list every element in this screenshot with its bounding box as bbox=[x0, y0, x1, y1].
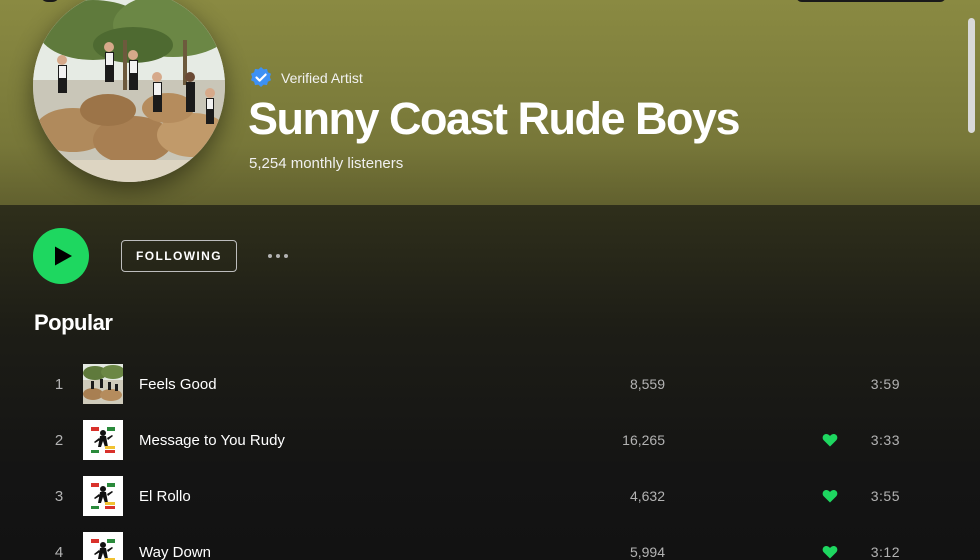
track-title[interactable]: Way Down bbox=[139, 524, 211, 560]
track-title[interactable]: El Rollo bbox=[139, 468, 191, 524]
play-button[interactable] bbox=[33, 228, 89, 284]
track-play-count: 8,559 bbox=[629, 376, 665, 392]
verified-artist: Verified Artist bbox=[249, 66, 363, 90]
track-duration: 3:33 bbox=[870, 432, 900, 448]
verified-badge-icon bbox=[251, 67, 271, 87]
track-number: 2 bbox=[54, 431, 64, 449]
track-row[interactable]: 3 El Rollo 4,632 3:55 bbox=[34, 468, 934, 524]
heart-filled-icon[interactable] bbox=[822, 544, 838, 560]
popular-heading: Popular bbox=[34, 310, 113, 335]
track-cover-art bbox=[83, 532, 123, 560]
track-cover-art bbox=[83, 420, 123, 460]
track-duration: 3:12 bbox=[870, 544, 900, 560]
track-number: 3 bbox=[54, 487, 64, 505]
user-menu-button[interactable] bbox=[796, 0, 946, 2]
back-button[interactable] bbox=[40, 0, 60, 2]
track-duration: 3:55 bbox=[870, 488, 900, 504]
track-duration: 3:59 bbox=[870, 376, 900, 392]
track-title[interactable]: Message to You Rudy bbox=[139, 412, 285, 468]
track-play-count: 5,994 bbox=[629, 544, 665, 560]
track-cover-art bbox=[83, 364, 123, 404]
track-number: 1 bbox=[54, 375, 64, 393]
track-play-count: 4,632 bbox=[629, 488, 665, 504]
more-options-icon[interactable] bbox=[262, 246, 294, 266]
track-row[interactable]: 1 Feels Good 8,559 3:59 bbox=[34, 356, 934, 412]
track-number: 4 bbox=[54, 543, 64, 560]
more-dot bbox=[276, 254, 280, 258]
play-icon bbox=[54, 246, 72, 266]
track-row[interactable]: 2 Message to You Rudy 16,265 3:33 bbox=[34, 412, 934, 468]
track-play-count: 16,265 bbox=[622, 432, 665, 448]
artist-name: Sunny Coast Rude Boys bbox=[248, 93, 741, 144]
track-row[interactable]: 4 Way Down 5,994 3:12 bbox=[34, 524, 934, 560]
track-title[interactable]: Feels Good bbox=[139, 356, 217, 412]
scrollbar-thumb[interactable] bbox=[968, 18, 975, 133]
heart-filled-icon[interactable] bbox=[822, 432, 838, 448]
following-button[interactable]: FOLLOWING bbox=[121, 240, 237, 272]
more-dot bbox=[268, 254, 272, 258]
monthly-listeners: 5,254 monthly listeners bbox=[249, 155, 404, 172]
more-dot bbox=[284, 254, 288, 258]
heart-filled-icon[interactable] bbox=[822, 488, 838, 504]
artist-header: Verified Artist Sunny Coast Rude Boys 5,… bbox=[0, 0, 980, 205]
verified-label: Verified Artist bbox=[281, 70, 363, 86]
track-cover-art bbox=[83, 476, 123, 516]
